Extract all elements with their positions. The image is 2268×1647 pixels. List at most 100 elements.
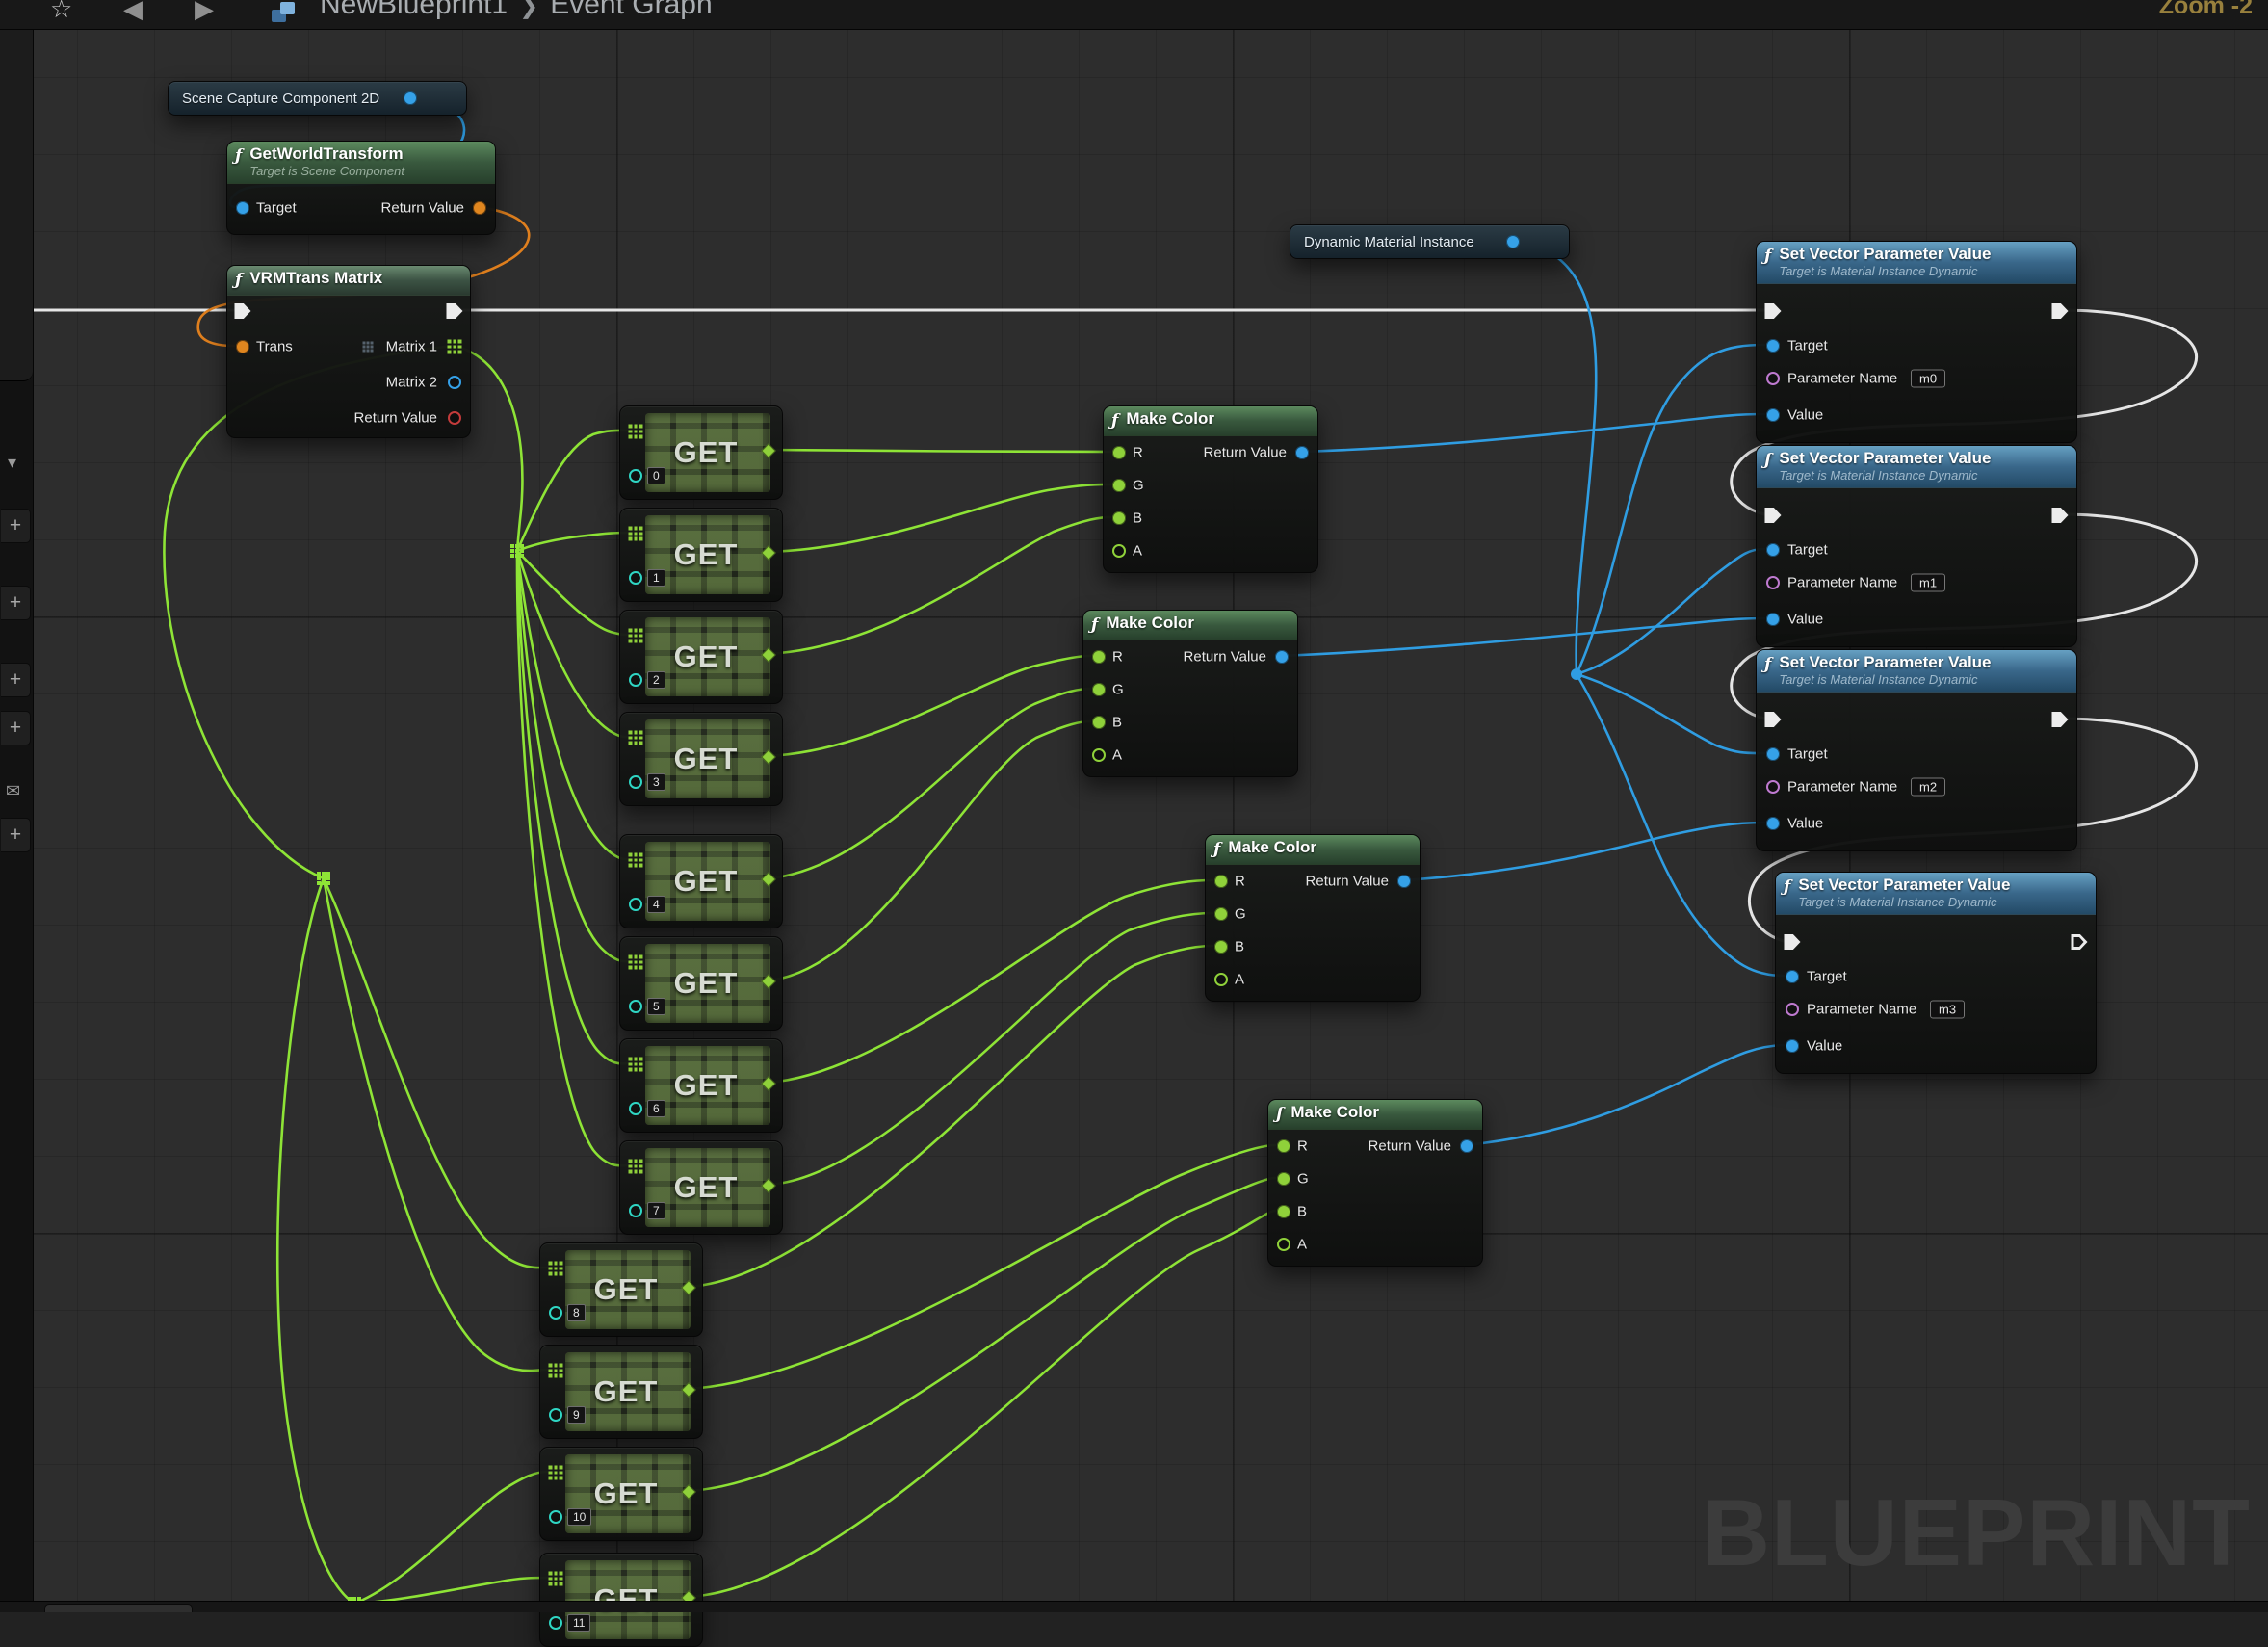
array-pin[interactable] [629,629,643,643]
target-pin[interactable] [236,201,249,215]
node-array-get-7[interactable]: GET7 [619,1140,783,1235]
value-pin[interactable] [1766,408,1780,422]
r-pin[interactable] [1092,650,1106,664]
index-value[interactable]: 3 [647,773,665,791]
index-value[interactable]: 2 [647,671,665,689]
node-vrmtrans-matrix[interactable]: ƒVRMTrans MatrixTransMatrix 1Matrix 2Ret… [226,265,471,438]
node-scene-capture-component-2d[interactable]: Scene Capture Component 2D [168,81,467,116]
exec-in-pin[interactable] [1765,712,1782,727]
index-pin[interactable] [549,1510,562,1524]
mail-icon[interactable]: ✉ [6,781,20,801]
index-value[interactable]: 8 [567,1304,586,1321]
array-pin[interactable] [629,527,643,541]
b-pin[interactable] [1214,940,1228,954]
parameter-name-value[interactable]: m0 [1911,370,1945,388]
node-array-get-5[interactable]: GET5 [619,936,783,1031]
index-pin[interactable] [549,1408,562,1422]
array-pin[interactable] [549,1364,563,1378]
add-tab-button[interactable]: + [1,586,31,620]
return-value-pin[interactable] [1460,1139,1473,1153]
breadcrumb-root[interactable]: NewBlueprint1 [320,0,508,20]
array-pin[interactable] [549,1262,563,1276]
parameter-name-value[interactable]: m1 [1911,574,1945,592]
a-pin[interactable] [1214,973,1228,986]
g-pin[interactable] [1112,479,1126,492]
add-tab-button[interactable]: + [1,711,31,745]
matrix-type-icon[interactable] [363,342,374,353]
node-array-get-2[interactable]: GET2 [619,610,783,704]
index-pin[interactable] [629,898,642,911]
a-pin[interactable] [1112,544,1126,558]
return-value-pin[interactable] [1295,446,1309,459]
parameter-name-pin[interactable] [1766,780,1780,794]
forward-icon[interactable]: ▶ [195,0,214,24]
array-pin[interactable] [629,425,643,439]
value-pin[interactable] [1766,613,1780,626]
index-value[interactable]: 10 [567,1508,591,1526]
target-pin[interactable] [1766,339,1780,353]
index-pin[interactable] [629,1000,642,1013]
node-make-color-2[interactable]: ƒMake ColorRGBAReturn Value [1205,834,1421,1002]
target-pin[interactable] [1766,747,1780,761]
b-pin[interactable] [1092,716,1106,729]
r-pin[interactable] [1112,446,1126,459]
node-array-get-3[interactable]: GET3 [619,712,783,806]
node-set-vector-parameter-value-3[interactable]: ƒSet Vector Parameter ValueTarget is Mat… [1775,872,2097,1074]
array-pin[interactable] [629,1160,643,1174]
index-value[interactable]: 4 [647,896,665,913]
exec-out-pin[interactable] [2052,712,2069,727]
index-value[interactable]: 6 [647,1100,665,1117]
parameter-name-value[interactable]: m2 [1911,778,1945,797]
node-array-get-9[interactable]: GET9 [539,1345,703,1439]
value-pin[interactable] [1766,817,1780,830]
index-pin[interactable] [629,775,642,789]
node-array-get-6[interactable]: GET6 [619,1038,783,1133]
index-pin[interactable] [629,1102,642,1115]
return-value-pin[interactable] [473,201,486,215]
exec-out-pin[interactable] [2052,303,2069,319]
parameter-name-pin[interactable] [1766,576,1780,589]
b-pin[interactable] [1277,1205,1290,1218]
index-value[interactable]: 7 [647,1202,665,1219]
index-pin[interactable] [629,571,642,585]
back-icon[interactable]: ◀ [123,0,143,24]
exec-out-pin[interactable] [447,303,463,319]
breadcrumb-page[interactable]: Event Graph [550,0,712,20]
return-value-pin[interactable] [1275,650,1289,664]
exec-out-pin[interactable] [2072,934,2088,950]
parameter-name-pin[interactable] [1766,372,1780,385]
index-value[interactable]: 5 [647,998,665,1015]
parameter-name-value[interactable]: m3 [1930,1001,1965,1019]
node-getworldtransform[interactable]: ƒGetWorldTransformTarget is Scene Compon… [226,141,496,235]
index-pin[interactable] [549,1306,562,1320]
matrix2-pin[interactable] [448,376,461,389]
node-make-color-0[interactable]: ƒMake ColorRGBAReturn Value [1103,405,1318,573]
index-value[interactable]: 1 [647,569,665,587]
matrix1-pin[interactable] [448,340,462,354]
favorite-star-icon[interactable]: ☆ [50,0,72,24]
node-set-vector-parameter-value-2[interactable]: ƒSet Vector Parameter ValueTarget is Mat… [1756,649,2077,851]
add-tab-button[interactable]: + [1,818,31,852]
node-array-get-1[interactable]: GET1 [619,508,783,602]
add-tab-button[interactable]: + [1,509,31,543]
tab-compiler-results[interactable]: Compiler Results [44,1604,193,1612]
node-array-get-11[interactable]: GET11 [539,1553,703,1647]
node-array-get-0[interactable]: GET0 [619,405,783,500]
exec-in-pin[interactable] [235,303,251,319]
exec-in-pin[interactable] [1785,934,1801,950]
index-value[interactable]: 9 [567,1406,586,1424]
node-array-get-4[interactable]: GET4 [619,834,783,928]
g-pin[interactable] [1092,683,1106,696]
value-pin[interactable] [1786,1039,1799,1053]
output-pin[interactable] [1506,235,1520,248]
index-value[interactable]: 11 [567,1614,590,1632]
target-pin[interactable] [1786,970,1799,983]
add-tab-button[interactable]: + [1,663,31,697]
node-dynamic-material-instance[interactable]: Dynamic Material Instance [1290,224,1570,259]
g-pin[interactable] [1214,907,1228,921]
return-value-pin[interactable] [448,411,461,425]
caret-down-icon[interactable]: ▾ [8,453,16,473]
array-pin[interactable] [629,853,643,868]
node-array-get-8[interactable]: GET8 [539,1242,703,1337]
g-pin[interactable] [1277,1172,1290,1186]
